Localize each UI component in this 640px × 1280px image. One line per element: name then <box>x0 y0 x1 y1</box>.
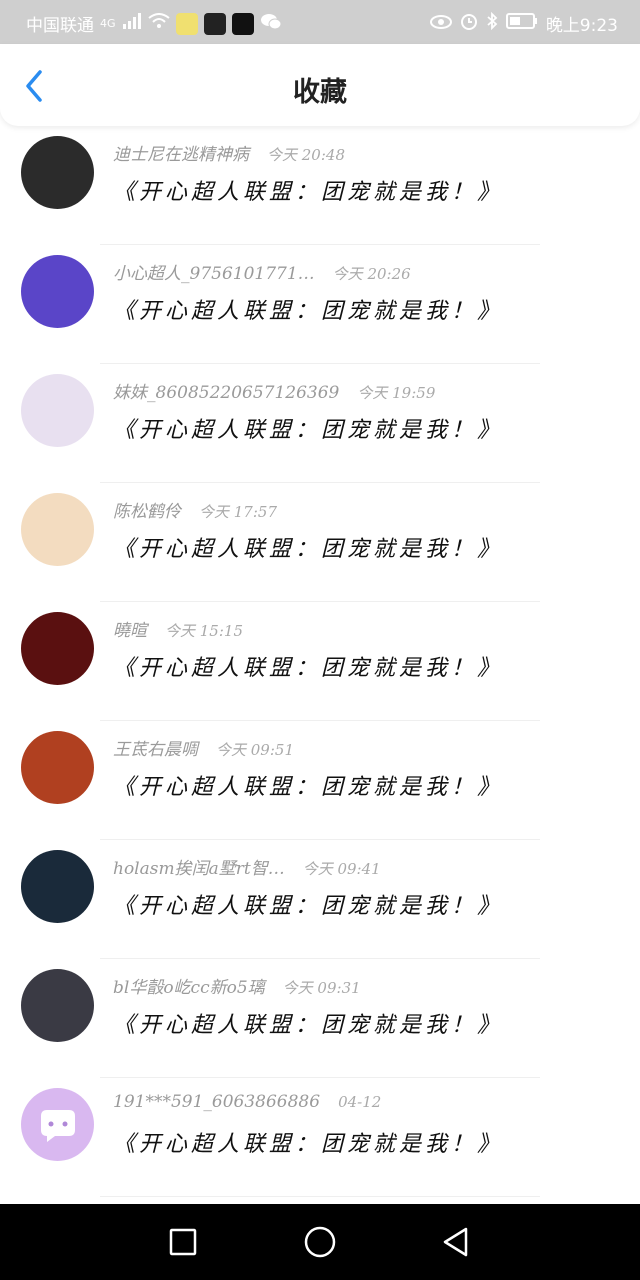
app-notification-icon <box>203 12 226 35</box>
user-name: 迪士尼在逃精神病 <box>113 145 249 165</box>
user-name: 曉暄 <box>113 621 147 641</box>
favorite-content: 《开心超人联盟：团宠就是我！》 <box>113 180 504 205</box>
avatar[interactable] <box>21 136 94 209</box>
user-name: 陈松鹤伶 <box>113 502 181 522</box>
list-item[interactable]: bl华瞉o屹cc新o5璃 今天 09:31 《开心超人联盟：团宠就是我！》 <box>0 959 640 1078</box>
triangle-left-icon <box>443 1227 468 1257</box>
avatar[interactable] <box>21 493 94 566</box>
list-item[interactable]: 陈松鹤伶 今天 17:57 《开心超人联盟：团宠就是我！》 <box>0 483 640 602</box>
list-item[interactable]: 曉暄 今天 15:15 《开心超人联盟：团宠就是我！》 <box>0 602 640 721</box>
favorite-content: 《开心超人联盟：团宠就是我！》 <box>113 1132 504 1157</box>
list-item[interactable]: 迪士尼在逃精神病 今天 20:48 《开心超人联盟：团宠就是我！》 <box>0 126 640 245</box>
avatar[interactable] <box>21 374 94 447</box>
system-back-button[interactable] <box>438 1224 474 1260</box>
system-nav-bar <box>0 1204 640 1280</box>
avatar[interactable] <box>21 612 94 685</box>
favorite-content: 《开心超人联盟：团宠就是我！》 <box>113 775 504 800</box>
timestamp: 今天 17:57 <box>199 503 277 521</box>
timestamp: 04-12 <box>338 1093 382 1111</box>
favorites-list: 迪士尼在逃精神病 今天 20:48 《开心超人联盟：团宠就是我！》 小心超人_97… <box>0 126 640 1197</box>
favorite-content: 《开心超人联盟：团宠就是我！》 <box>113 299 504 324</box>
avatar[interactable] <box>21 731 94 804</box>
favorite-content: 《开心超人联盟：团宠就是我！》 <box>113 1013 504 1038</box>
avatar[interactable] <box>21 255 94 328</box>
carrier-label: 中国联通 <box>26 16 94 36</box>
status-left: 中国联通 4G <box>26 11 282 36</box>
network-label: 4G <box>100 17 116 30</box>
list-item[interactable]: 191***591_6063866886 04-12 《开心超人联盟：团宠就是我！… <box>0 1078 640 1197</box>
timestamp: 今天 15:15 <box>165 622 243 640</box>
eye-icon <box>429 14 452 34</box>
user-name: 191***591_6063866886 <box>113 1092 321 1112</box>
timestamp: 今天 09:31 <box>282 979 361 997</box>
bluetooth-icon <box>486 11 498 35</box>
favorite-content: 《开心超人联盟：团宠就是我！》 <box>113 894 504 919</box>
user-name: holasm挨闰a墅rt智… <box>113 859 285 879</box>
list-item[interactable]: 妹妹_86085220657126369 今天 19:59 《开心超人联盟：团宠就… <box>0 364 640 483</box>
battery-icon <box>505 13 538 34</box>
signal-icon <box>122 13 142 34</box>
list-item[interactable]: 王茋右晨啁 今天 09:51 《开心超人联盟：团宠就是我！》 <box>0 721 640 840</box>
timestamp: 今天 09:51 <box>216 741 294 759</box>
app-notification-icon <box>175 12 198 35</box>
circle-icon <box>304 1226 336 1258</box>
favorite-content: 《开心超人联盟：团宠就是我！》 <box>113 537 504 562</box>
wifi-icon <box>147 13 170 34</box>
timestamp: 今天 20:26 <box>332 265 411 283</box>
square-icon <box>169 1228 197 1256</box>
alarm-icon <box>460 12 478 35</box>
status-bar: 中国联通 4G 晚上9:23 <box>0 0 640 44</box>
home-button[interactable] <box>302 1224 338 1260</box>
favorite-content: 《开心超人联盟：团宠就是我！》 <box>113 656 504 681</box>
user-name: 小心超人_9756101771… <box>113 264 315 284</box>
status-right: 晚上9:23 <box>429 11 618 36</box>
user-name: 王茋右晨啁 <box>113 740 198 760</box>
timestamp: 今天 09:41 <box>302 860 381 878</box>
favorite-content: 《开心超人联盟：团宠就是我！》 <box>113 418 504 443</box>
avatar[interactable] <box>21 850 94 923</box>
tiktok-icon <box>231 12 254 35</box>
timestamp: 今天 19:59 <box>357 384 436 402</box>
wechat-icon <box>260 12 282 35</box>
avatar[interactable] <box>21 1088 94 1161</box>
user-name: bl华瞉o屹cc新o5璃 <box>113 978 265 998</box>
clock-label: 晚上9:23 <box>545 16 618 36</box>
timestamp: 今天 20:48 <box>267 146 345 164</box>
avatar[interactable] <box>21 969 94 1042</box>
page-title: 收藏 <box>293 77 347 108</box>
chat-bubble-icon <box>41 1110 75 1142</box>
list-item[interactable]: holasm挨闰a墅rt智… 今天 09:41 《开心超人联盟：团宠就是我！》 <box>0 840 640 959</box>
list-item[interactable]: 小心超人_9756101771… 今天 20:26 《开心超人联盟：团宠就是我！》 <box>0 245 640 364</box>
user-name: 妹妹_86085220657126369 <box>113 383 340 403</box>
divider <box>100 1196 540 1197</box>
recent-apps-button[interactable] <box>165 1224 201 1260</box>
top-nav-bar: 收藏 <box>0 44 640 126</box>
